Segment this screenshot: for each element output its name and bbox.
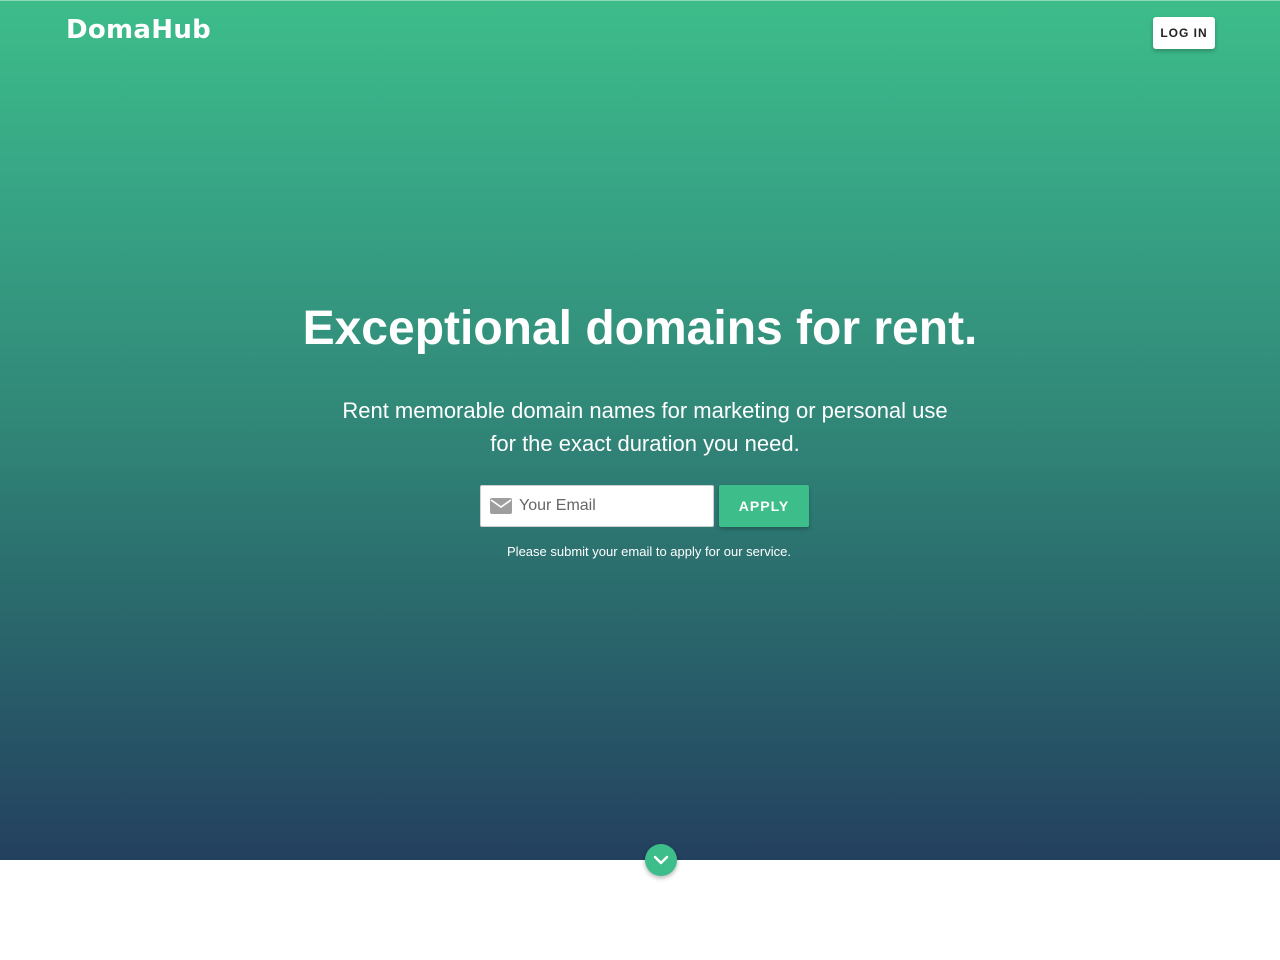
email-field[interactable] (480, 485, 714, 527)
logo[interactable]: DomaHub (66, 15, 211, 45)
hero-headline: Exceptional domains for rent. (302, 302, 978, 355)
login-button[interactable]: LOG IN (1153, 17, 1215, 49)
hero-section: DomaHub LOG IN Exceptional domains for r… (0, 0, 1280, 860)
chevron-down-icon (653, 855, 669, 865)
hero-subheadline: Rent memorable domain names for marketin… (342, 398, 948, 456)
apply-button[interactable]: APPLY (719, 485, 809, 527)
envelope-icon (490, 498, 512, 514)
form-note: Please submit your email to apply for ou… (507, 544, 791, 559)
email-input[interactable] (519, 486, 709, 526)
scroll-down-button[interactable] (645, 844, 677, 876)
